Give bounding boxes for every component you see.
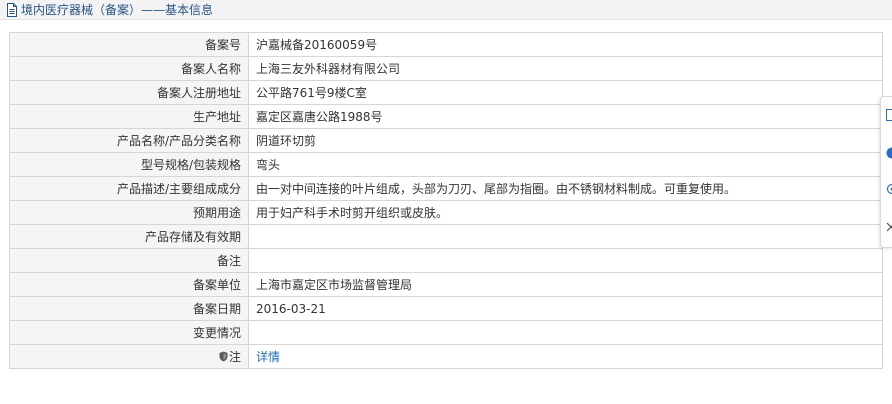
page-title: 境内医疗器械（备案）——基本信息: [21, 3, 214, 17]
row-label: 注: [228, 350, 241, 364]
row-value: [248, 224, 883, 249]
row-label: 备注: [9, 248, 249, 273]
row-value: [248, 248, 883, 273]
table-row: 备案号 沪嘉械备20160059号: [9, 32, 883, 57]
row-label: 产品存储及有效期: [9, 224, 249, 249]
row-label: 备案单位: [9, 272, 249, 297]
row-value: 沪嘉械备20160059号: [248, 32, 883, 57]
row-label: 备案号: [9, 32, 249, 57]
table-row: 备案人注册地址 公平路761号9楼C室: [9, 80, 883, 105]
row-value: 公平路761号9楼C室: [248, 80, 883, 105]
info-icon[interactable]: [886, 147, 892, 159]
table-row: 注 详情: [9, 344, 883, 369]
table-row: 产品名称/产品分类名称 阴道环切剪: [9, 128, 883, 153]
page-header: 境内医疗器械（备案）——基本信息: [0, 0, 892, 20]
floating-toolbar: [880, 96, 892, 248]
table-row: 产品描述/主要组成成分 由一对中间连接的叶片组成，头部为刀刃、尾部为指圈。由不锈…: [9, 176, 883, 201]
table-row: 备案单位 上海市嘉定区市场监督管理局: [9, 272, 883, 297]
row-value: 详情: [248, 344, 883, 369]
document-icon: [7, 2, 17, 17]
table-row: 产品存储及有效期: [9, 224, 883, 249]
row-value: 阴道环切剪: [248, 128, 883, 153]
table-row: 型号规格/包装规格 弯头: [9, 152, 883, 177]
row-label: 产品描述/主要组成成分: [9, 176, 249, 201]
row-value: 2016-03-21: [248, 296, 883, 321]
record-info-table: 备案号 沪嘉械备20160059号 备案人名称 上海三友外科器材有限公司 备案人…: [9, 32, 883, 369]
table-row: 变更情况: [9, 320, 883, 345]
row-label: 产品名称/产品分类名称: [9, 128, 249, 153]
row-label: 备案人名称: [9, 56, 249, 81]
document-icon[interactable]: [886, 109, 892, 121]
shield-icon: [219, 351, 228, 362]
row-label: 备案人注册地址: [9, 80, 249, 105]
row-value: [248, 320, 883, 345]
table-row: 备案人名称 上海三友外科器材有限公司: [9, 56, 883, 81]
table-row: 备案日期 2016-03-21: [9, 296, 883, 321]
note-label-cell: 注: [9, 344, 249, 369]
row-value: 嘉定区嘉唐公路1988号: [248, 104, 883, 129]
row-value: 弯头: [248, 152, 883, 177]
table-row: 备注: [9, 248, 883, 273]
page: 境内医疗器械（备案）——基本信息 备案号 沪嘉械备20160059号 备案人名称…: [0, 0, 892, 404]
close-icon[interactable]: [886, 221, 892, 233]
row-label: 预期用途: [9, 200, 249, 225]
table-row: 生产地址 嘉定区嘉唐公路1988号: [9, 104, 883, 129]
row-value: 用于妇产科手术时剪开组织或皮肤。: [248, 200, 883, 225]
row-label: 变更情况: [9, 320, 249, 345]
share-icon[interactable]: [886, 183, 892, 195]
row-value: 上海市嘉定区市场监督管理局: [248, 272, 883, 297]
row-label: 生产地址: [9, 104, 249, 129]
row-label: 型号规格/包装规格: [9, 152, 249, 177]
row-label: 备案日期: [9, 296, 249, 321]
table-row: 预期用途 用于妇产科手术时剪开组织或皮肤。: [9, 200, 883, 225]
row-value: 由一对中间连接的叶片组成，头部为刀刃、尾部为指圈。由不锈钢材料制成。可重复使用。: [248, 176, 883, 201]
details-link[interactable]: 详情: [256, 350, 280, 364]
row-value: 上海三友外科器材有限公司: [248, 56, 883, 81]
